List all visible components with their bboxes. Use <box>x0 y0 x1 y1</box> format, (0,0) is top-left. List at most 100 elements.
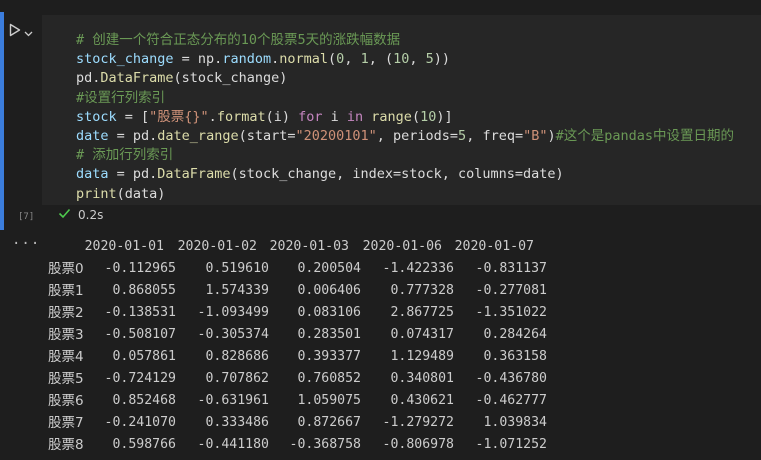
row-index-label: 股票2 <box>48 305 84 321</box>
code-token: (start= <box>238 128 296 145</box>
code-token: )] <box>436 108 453 125</box>
code-token: data <box>76 166 109 183</box>
code-line[interactable]: # 添加行列索引 <box>76 146 734 165</box>
table-cell: 0.393377 <box>297 349 361 364</box>
code-token: format <box>216 108 266 125</box>
table-cell: -0.436780 <box>475 371 547 386</box>
column-header: 2020-01-01 <box>84 239 164 254</box>
table-cell: 0.057861 <box>112 349 176 364</box>
table-cell: 1.039834 <box>483 415 547 430</box>
code-line[interactable]: pd.DataFrame(stock_change) <box>76 69 734 88</box>
row-index-label: 股票4 <box>48 349 84 365</box>
code-token: i <box>322 108 347 125</box>
table-cell: 0.598766 <box>112 437 176 452</box>
code-token: , ( <box>368 51 394 68</box>
table-cell: 0.340801 <box>390 371 454 386</box>
table-cell: -0.441180 <box>197 437 269 452</box>
table-cell: 0.868055 <box>112 283 176 298</box>
table-cell: -0.806978 <box>382 437 454 452</box>
code-token: stock <box>76 108 117 125</box>
table-cell: -0.831137 <box>475 261 547 276</box>
code-line[interactable]: stock_change = np.random.normal(0, 1, (1… <box>76 50 734 69</box>
table-cell: 0.828686 <box>205 349 269 364</box>
chevron-down-icon[interactable] <box>24 22 33 41</box>
table-cell: -1.279272 <box>382 415 454 430</box>
column-header: 2020-01-03 <box>269 239 349 254</box>
table-cell: -1.351022 <box>475 305 547 320</box>
table-cell: 0.284264 <box>483 327 547 342</box>
table-cell: -0.368758 <box>289 437 361 452</box>
code-token: 1 <box>360 51 369 68</box>
table-cell: 0.760852 <box>297 371 361 386</box>
code-token: print <box>76 185 117 202</box>
code-token: DataFrame <box>157 166 231 183</box>
code-token: random <box>222 51 272 68</box>
execution-status: 0.2s <box>58 208 103 222</box>
column-header: 2020-01-02 <box>177 239 257 254</box>
code-editor[interactable]: # 创建一个符合正态分布的10个股票5天的涨跌幅数据 stock_change =… <box>42 15 761 205</box>
code-token: . <box>208 108 217 125</box>
cell-focus-bar <box>0 12 4 230</box>
code-token: in <box>346 108 364 125</box>
run-cell-button[interactable] <box>9 22 39 40</box>
table-cell: 0.363158 <box>483 349 547 364</box>
code-token: = pd. <box>108 166 158 183</box>
code-token: "B" <box>523 128 548 145</box>
row-index-label: 股票5 <box>48 371 84 387</box>
code-token: 10 <box>393 51 410 68</box>
code-token: (stock_change) <box>173 70 288 87</box>
code-token: = np. <box>173 51 223 68</box>
table-cell: -0.112965 <box>104 261 176 276</box>
table-cell: -0.277081 <box>475 283 547 298</box>
code-token: (stock_change, index=stock, columns=date… <box>230 166 564 183</box>
code-token: = pd. <box>108 128 158 145</box>
code-token: # 创建一个符合正态分布的10个股票5天的涨跌幅数据 <box>76 32 401 48</box>
code-line[interactable]: # 创建一个符合正态分布的10个股票5天的涨跌幅数据 <box>76 31 734 50</box>
code-token: 5 <box>425 51 434 68</box>
table-cell: 2.867725 <box>390 305 454 320</box>
table-cell: -0.462777 <box>475 393 547 408</box>
table-cell: -0.724129 <box>104 371 176 386</box>
code-lines[interactable]: # 创建一个符合正态分布的10个股票5天的涨跌幅数据 stock_change =… <box>76 31 734 204</box>
table-cell: 1.574339 <box>205 283 269 298</box>
code-token: pd. <box>76 70 101 87</box>
table-cell: 0.074317 <box>390 327 454 342</box>
checkmark-icon <box>58 208 71 222</box>
table-cell: 0.083106 <box>297 305 361 320</box>
code-token: , freq= <box>466 128 524 145</box>
code-token: , <box>344 51 361 68</box>
table-cell: -0.138531 <box>104 305 176 320</box>
code-token: 5 <box>458 128 467 145</box>
code-line[interactable]: print(data) <box>76 185 734 204</box>
code-line[interactable]: data = pd.DataFrame(stock_change, index=… <box>76 165 734 184</box>
table-cell: -1.093499 <box>197 305 269 320</box>
code-token: 10 <box>420 108 437 125</box>
code-token: range <box>371 108 412 125</box>
code-line[interactable]: date = pd.date_range(start="20200101", p… <box>76 127 734 146</box>
code-token: "20200101" <box>295 128 377 145</box>
table-cell: -0.305374 <box>197 327 269 342</box>
code-line[interactable]: stock = ["股票{}".format(i) for i in range… <box>76 108 734 127</box>
code-line[interactable]: #设置行列索引 <box>76 89 734 108</box>
column-header: 2020-01-06 <box>362 239 442 254</box>
table-cell: 0.006406 <box>297 283 361 298</box>
code-token: normal <box>279 51 329 68</box>
table-cell: 1.059075 <box>297 393 361 408</box>
table-row: 股票1 0.868055 1.574339 0.006406 0.777328 -0.27… <box>0 280 761 302</box>
execution-count: [7] <box>18 212 35 222</box>
code-token: date_range <box>157 128 239 145</box>
table-cell: 1.129489 <box>390 349 454 364</box>
table-row: 股票8 0.598766 -0.441180 -0.368758 -0.806978 -1… <box>0 434 761 456</box>
table-cell: 0.777328 <box>390 283 454 298</box>
code-token: #设置行列索引 <box>76 89 166 106</box>
column-header: 2020-01-07 <box>454 239 534 254</box>
code-token: , periods= <box>376 128 459 145</box>
code-token: DataFrame <box>100 70 174 87</box>
code-token: ( <box>328 51 337 68</box>
table-cell: -0.508107 <box>104 327 176 342</box>
table-row: 股票0 -0.112965 0.519610 0.200504 -1.422336 -0.… <box>0 258 761 280</box>
table-cell: 0.707862 <box>205 371 269 386</box>
row-index-label: 股票0 <box>48 261 84 277</box>
code-token: = [ <box>116 108 150 125</box>
table-row: 股票5 -0.724129 0.707862 0.760852 0.340801 -0.4… <box>0 368 761 390</box>
